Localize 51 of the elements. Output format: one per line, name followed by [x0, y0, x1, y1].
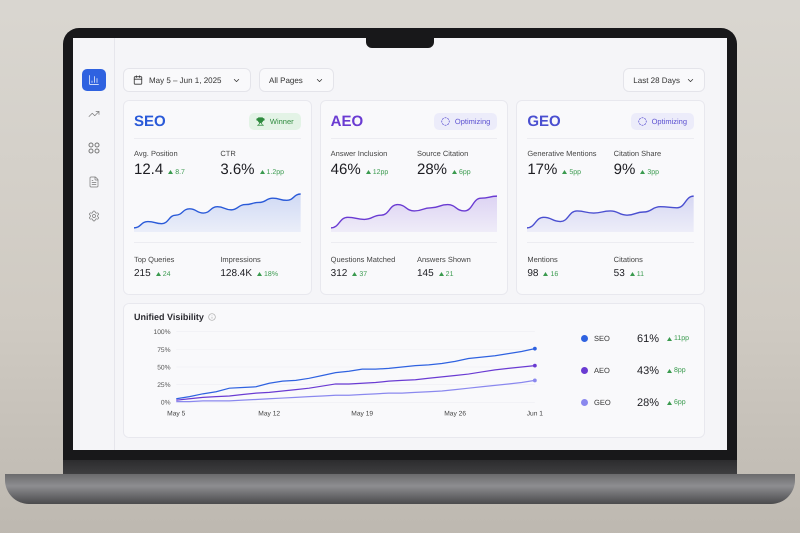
up-triangle-icon	[257, 272, 262, 276]
stat-value: 215	[134, 268, 151, 279]
dashed-circle-icon	[440, 117, 450, 126]
card-title: SEO	[134, 113, 166, 130]
legend-value: 61%	[637, 332, 660, 344]
metric-value: 46%	[330, 161, 361, 178]
trophy-icon	[256, 117, 265, 126]
up-triangle-icon	[452, 170, 458, 174]
sidebar-item[interactable]	[82, 69, 106, 91]
metric-value: 12.4	[134, 161, 164, 178]
card-title: AEO	[330, 113, 364, 130]
up-triangle-icon	[260, 170, 265, 174]
metric-value: 3.6%	[220, 161, 255, 178]
up-triangle-icon	[438, 272, 444, 276]
up-triangle-icon	[667, 400, 672, 404]
stat-value: 128.4K	[220, 268, 252, 279]
up-triangle-icon	[667, 336, 672, 340]
end-point-marker	[532, 378, 537, 382]
up-triangle-icon	[640, 170, 646, 174]
up-triangle-icon	[168, 170, 174, 174]
stat-value: 312	[330, 268, 348, 279]
legend-value: 43%	[637, 364, 660, 376]
up-triangle-icon	[667, 368, 672, 372]
end-point-marker	[532, 346, 537, 351]
dashed-circle-icon	[638, 117, 647, 126]
camera-notch	[366, 36, 434, 48]
chart-title: Unified Visibility	[134, 312, 204, 322]
stat-value: 98	[527, 268, 538, 279]
card-title: GEO	[527, 113, 561, 130]
calendar-icon	[133, 75, 143, 85]
period-dropdown[interactable]: Last 28 Days	[623, 68, 705, 92]
metric-value: 9%	[614, 161, 636, 178]
up-triangle-icon	[630, 272, 635, 276]
up-triangle-icon	[156, 272, 161, 276]
pages-dropdown[interactable]: All Pages	[259, 68, 334, 92]
metric-value: 17%	[527, 161, 558, 178]
up-triangle-icon	[366, 170, 371, 174]
bar-chart-icon	[88, 74, 100, 86]
end-point-marker	[532, 364, 537, 368]
stat-value: 145	[416, 268, 434, 279]
document-icon	[88, 176, 100, 188]
info-icon[interactable]	[208, 313, 216, 321]
up-triangle-icon	[562, 170, 568, 174]
date-range-dropdown[interactable]: May 5 – Jun 1, 2025	[123, 68, 251, 92]
settings-icon	[88, 210, 100, 222]
legend-value: 28%	[637, 396, 660, 408]
grid-icon	[88, 142, 100, 154]
metric-value: 28%	[416, 161, 448, 178]
stat-value: 53	[614, 268, 625, 279]
up-triangle-icon	[352, 272, 358, 276]
up-triangle-icon	[543, 272, 548, 276]
